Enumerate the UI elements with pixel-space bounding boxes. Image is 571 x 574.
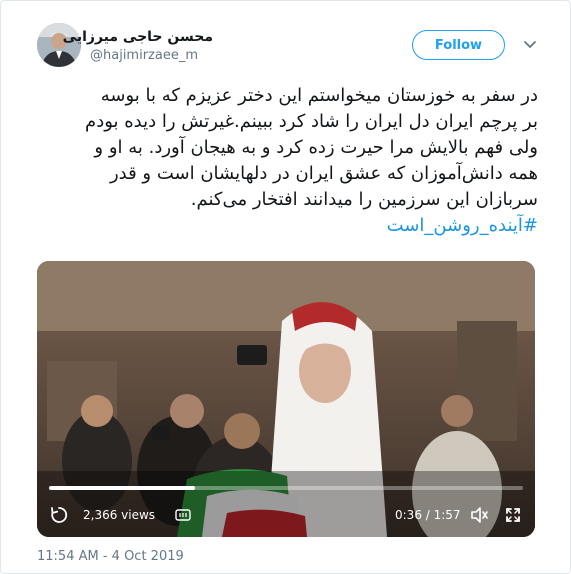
video-frame — [37, 261, 535, 537]
tweet-card: محسن حاجی میرزایی @hajimirzaee_m Follow … — [0, 0, 571, 574]
gif-icon[interactable] — [175, 507, 191, 523]
tweet-text-line: سربازان این سرزمین را میدانند افتخار می‌… — [190, 189, 538, 210]
tweet-timestamp[interactable]: 11:54 AM - 4 Oct 2019 — [37, 549, 184, 564]
author-name[interactable]: محسن حاجی میرزایی — [63, 29, 213, 45]
tweet-text-line: ولی فهم بالایش مرا حیرت زده کرد و به هیج… — [94, 137, 538, 158]
video-progress-fill — [49, 486, 195, 490]
replay-icon[interactable] — [49, 505, 69, 525]
video-player[interactable]: 2,366 views 0:36 / 1:57 — [37, 261, 535, 537]
hashtag-link[interactable]: #آینده_روشن_است — [35, 213, 538, 239]
tweet-text-line: در سفر به خوزستان میخواستم این دختر عزیز… — [100, 85, 538, 106]
author-handle[interactable]: @hajimirzaee_m — [90, 48, 198, 63]
tweet-text-line: همه دانش‌آموزان که عشق ایران در دلهایشان… — [109, 163, 538, 184]
chevron-down-icon[interactable] — [523, 37, 537, 51]
video-time: 0:36 / 1:57 — [395, 508, 461, 522]
video-progress-bar[interactable] — [49, 486, 523, 490]
view-count: 2,366 views — [83, 508, 156, 522]
volume-icon[interactable] — [469, 505, 489, 525]
follow-button[interactable]: Follow — [412, 30, 505, 60]
fullscreen-icon[interactable] — [503, 505, 523, 525]
tweet-text-line: بر پرچم ایران دل ایران را شاد کرد ببینم.… — [85, 111, 538, 132]
tweet-text: در سفر به خوزستان میخواستم این دختر عزیز… — [35, 83, 538, 239]
